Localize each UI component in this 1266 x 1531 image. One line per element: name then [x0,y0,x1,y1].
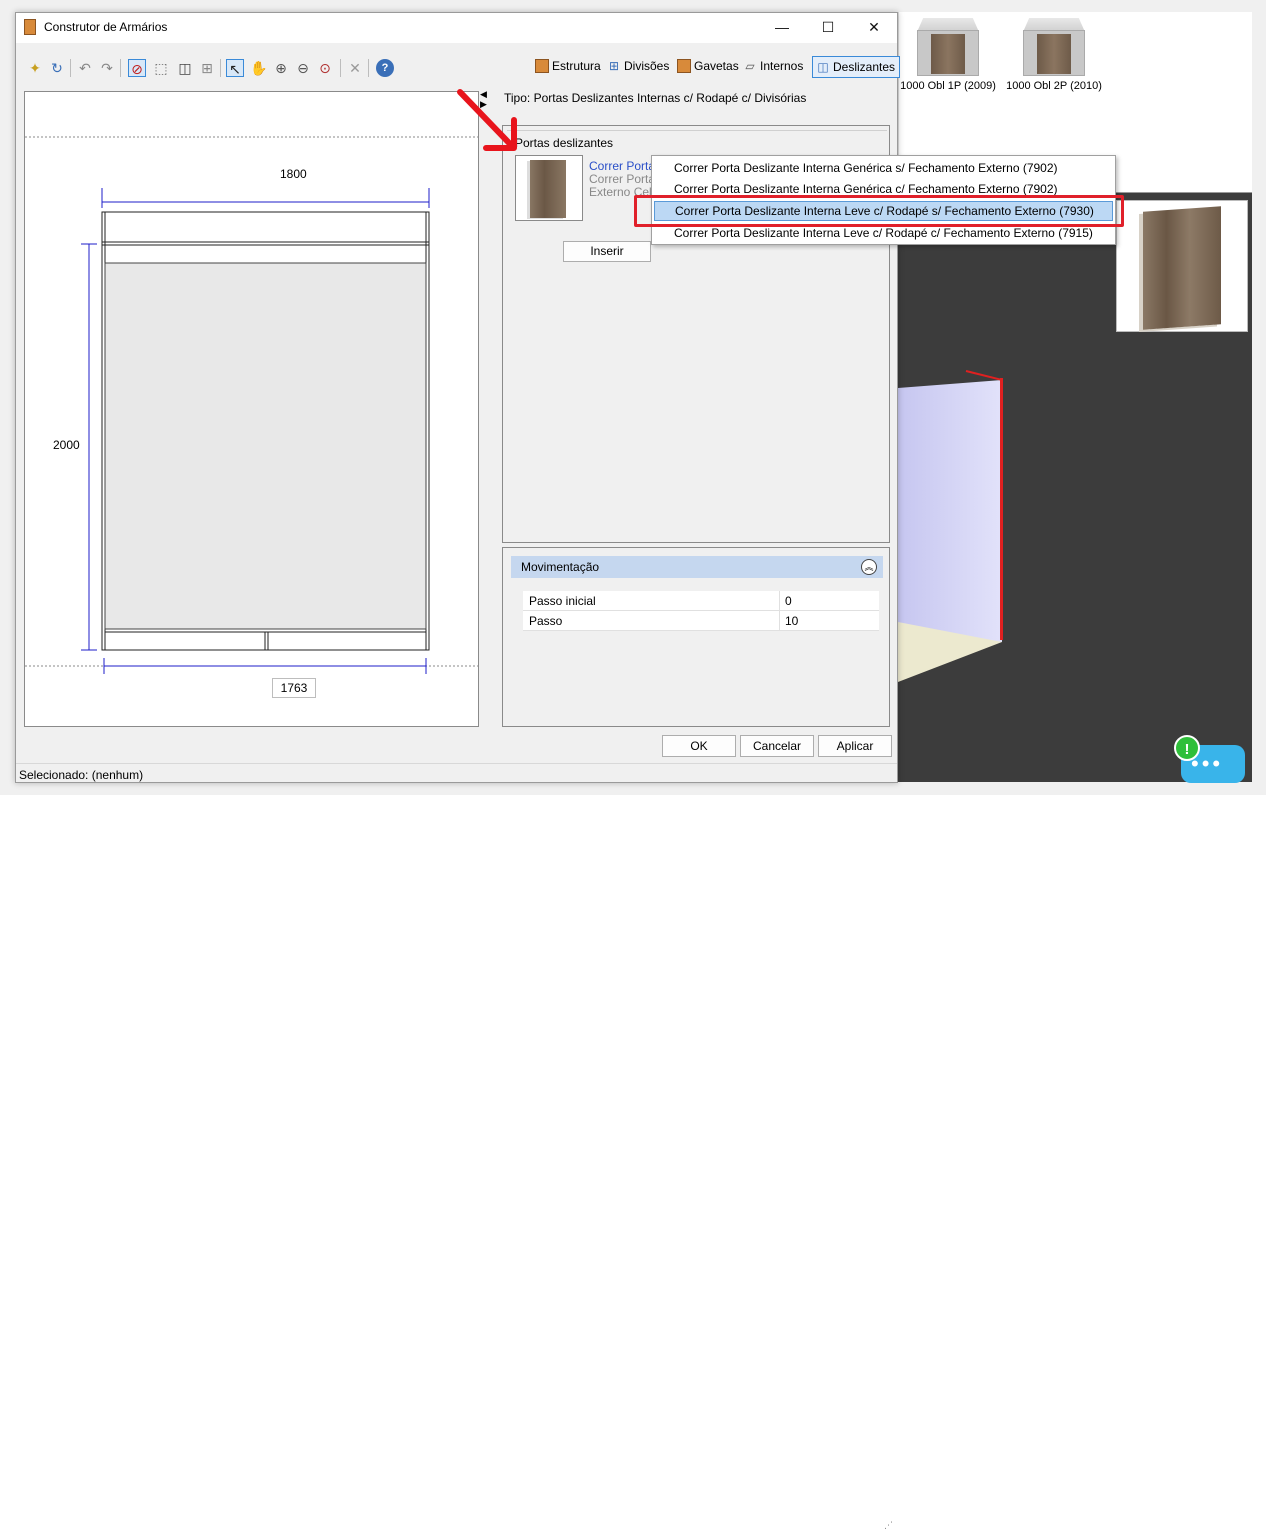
door-image [530,160,566,218]
door-type-label: Tipo: Portas Deslizantes Internas c/ Rod… [504,91,807,105]
insert-button[interactable]: Inserir [563,241,651,262]
status-bar: Selecionado: (nenhum) ⋰ [16,763,897,1530]
zoom-fit-icon[interactable]: ⊙ [316,59,334,77]
door-name-link[interactable]: Correr Porta Deslizante Interna Leve c/ … [589,159,657,173]
height-dimension-label: 2000 [53,438,80,452]
select-region-icon[interactable]: ⊘ [128,59,146,77]
bottom-width-dimension-input[interactable]: 1763 [272,678,316,698]
movement-panel: Movimentação ︽ Passo inicial 0 Passo 10 [502,547,890,727]
door-name-line2: Correr Porta Deslizante Interna Leve c/ … [589,172,657,186]
resize-grip-icon[interactable]: ⋰ [884,1520,893,1531]
cabinet-drawing-canvas[interactable]: 1800 2000 1763 [24,91,479,727]
status-text: Selecionado: (nenhum) [19,768,144,782]
drawer-icon [677,59,691,73]
tab-divisoes[interactable]: ⊞ Divisões [604,56,673,78]
apply-button[interactable]: Aplicar [818,735,892,757]
dropdown-item[interactable]: Correr Porta Deslizante Interna Genérica… [654,158,1113,178]
tab-label: Internos [760,59,804,73]
catalog-item-obl-1p[interactable]: 1000 Obl 1P (2009) [893,18,1003,92]
property-name: Passo inicial [529,594,596,608]
title-bar: Construtor de Armários — ☐ ✕ [16,13,897,43]
tab-deslizantes[interactable]: ◫ Deslizantes [812,56,901,78]
redo-icon[interactable]: ↷ [98,59,116,77]
table-grid-icon[interactable]: ⊞ [198,59,216,77]
zoom-in-icon[interactable]: ⊕ [272,59,290,77]
catalog-item-label: 1000 Obl 1P (2009) [900,80,996,92]
toolbar-separator [340,59,341,77]
annotation-highlight-box [634,195,1124,227]
close-button[interactable]: ✕ [851,13,897,43]
catalog-item-label: 1000 Obl 2P (2010) [1006,80,1102,92]
toolbar-separator [70,59,71,77]
undo-icon[interactable]: ↶ [76,59,94,77]
corner-cabinet-thumbnail [917,18,979,76]
refresh-icon[interactable]: ↻ [48,59,66,77]
toolbar-separator [220,59,221,77]
tab-label: Gavetas [694,59,739,73]
maximize-button[interactable]: ☐ [805,13,851,43]
pointer-icon[interactable]: ↖ [226,59,244,77]
help-icon[interactable]: ? [376,59,394,77]
movement-title: Movimentação [521,560,600,574]
chat-notification-badge: ! [1174,735,1200,761]
door-preview-image [1143,206,1221,330]
tab-label: Estrutura [552,59,601,73]
panel-icon[interactable]: ◫ [176,59,194,77]
sliding-door-area [104,262,427,630]
property-name: Passo [529,614,563,628]
window-title: Construtor de Armários [44,20,168,34]
width-dimension-label: 1800 [280,167,307,181]
chat-dots-icon: ••• [1191,751,1224,776]
delete-icon[interactable]: ✕ [346,59,364,77]
sliding-doors-icon: ◫ [817,60,829,74]
tab-internos[interactable]: ▱ Internos [740,56,807,78]
door-preview-tooltip [1116,200,1248,332]
minimize-button[interactable]: — [759,13,805,43]
property-row-passo-inicial: Passo inicial 0 [523,591,879,611]
cabinet-drawing [25,136,478,674]
corner-cabinet-thumbnail [1023,18,1085,76]
hand-pan-icon[interactable]: ✋ [250,59,268,77]
cabinet-icon [535,59,549,73]
movement-header[interactable]: Movimentação ︽ [511,556,883,578]
passo-input[interactable]: 10 [779,611,879,631]
new-icon[interactable]: ✦ [26,59,44,77]
cancel-button[interactable]: Cancelar [740,735,814,757]
catalog-item-obl-2p[interactable]: 1000 Obl 2P (2010) [999,18,1109,92]
tab-gavetas[interactable]: Gavetas [674,56,743,78]
collapse-chevron-icon[interactable]: ︽ [861,559,877,575]
grid-icon: ⊞ [608,59,620,73]
property-row-passo: Passo 10 [523,611,879,631]
tab-label: Divisões [624,59,670,73]
app-cabinet-icon [24,19,36,35]
toolbar-separator [120,59,121,77]
zoom-out-icon[interactable]: ⊖ [294,59,312,77]
tab-label: Deslizantes [833,60,896,74]
toolbar-separator [368,59,369,77]
annotation-arrow-icon [457,89,517,151]
ok-button[interactable]: OK [662,735,736,757]
3d-selection-edge [1000,378,1003,640]
rectangle-select-icon[interactable]: ⬚ [152,59,170,77]
tab-estrutura[interactable]: Estrutura [532,56,605,78]
3d-cabinet-model [898,380,1002,642]
shelves-icon: ▱ [745,59,755,73]
passo-inicial-input[interactable]: 0 [779,591,879,611]
